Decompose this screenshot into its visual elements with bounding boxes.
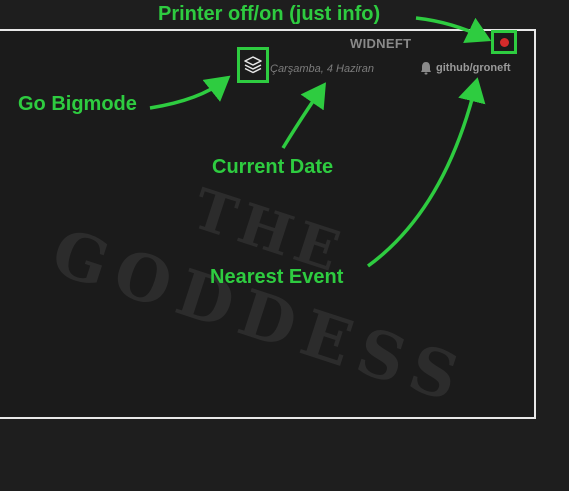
arrow-event: [366, 77, 486, 268]
arrow-bigmode: [149, 75, 231, 110]
annotated-screenshot: THE GODDESS WIDNEFT Çarşamba, 4 Haziran …: [0, 0, 569, 419]
annotation-arrows: [149, 16, 492, 268]
arrow-date: [281, 82, 326, 149]
arrow-printer: [415, 16, 492, 43]
